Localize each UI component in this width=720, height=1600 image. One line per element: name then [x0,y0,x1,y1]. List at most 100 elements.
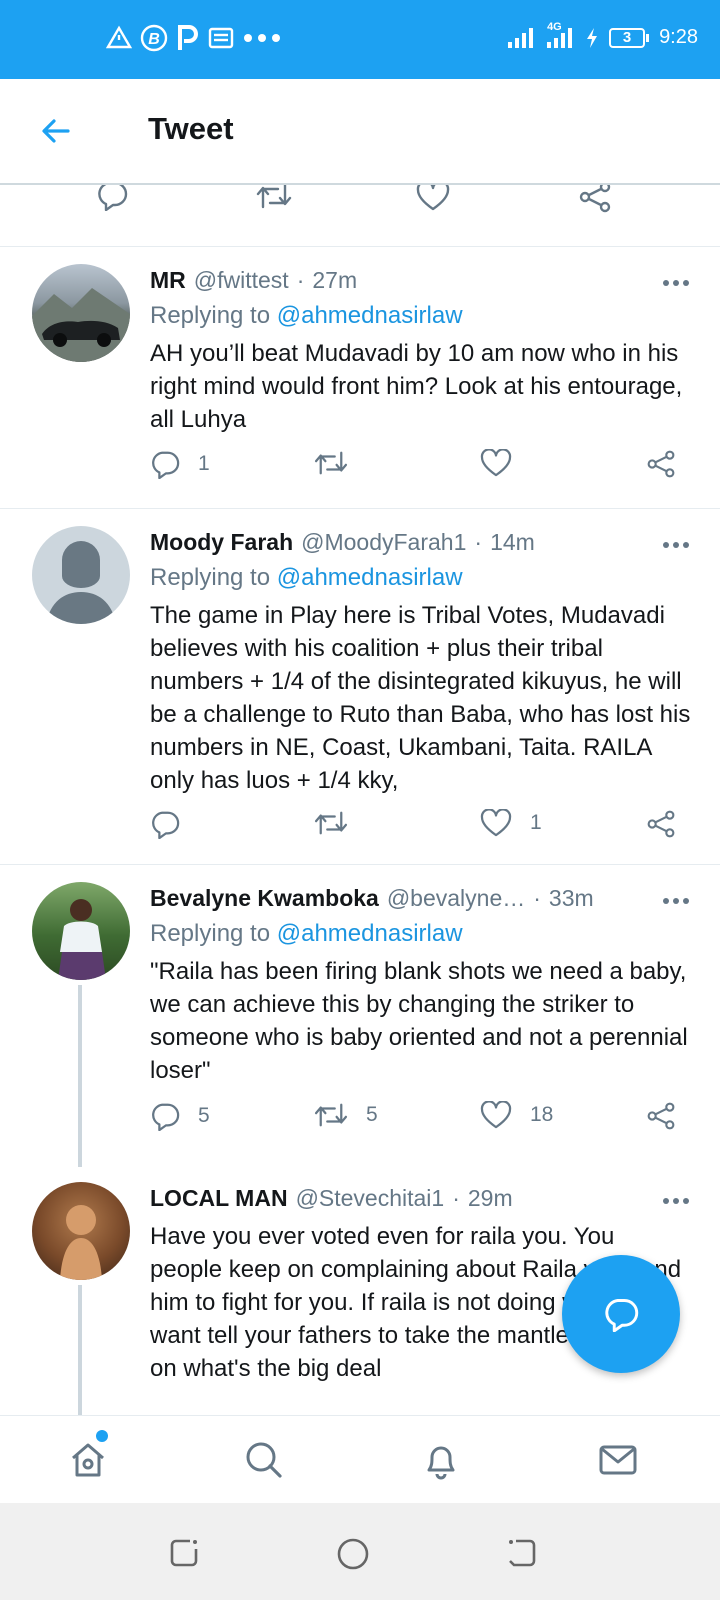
nav-search[interactable] [244,1440,284,1485]
share-action[interactable] [646,809,676,839]
status-bar: B 4G 3 9:28 [0,0,720,79]
tweet-item[interactable]: MR @fwittest · 27m Replying to @ahmednas… [0,247,720,509]
retweet-icon[interactable] [256,185,292,211]
like-icon[interactable] [416,185,450,211]
retweet-action[interactable] [314,809,366,837]
author-name[interactable]: Moody Farah [150,529,293,556]
search-icon [246,1442,282,1478]
separator-dot: · [296,267,305,293]
svg-text:B: B [148,31,160,48]
tweet-header: Bevalyne Kwamboka @bevalyne… · 33m [150,885,680,912]
retweet-icon [314,451,348,475]
like-action[interactable] [480,449,530,477]
tweet-time: 29m [467,1185,513,1211]
news-icon [208,27,234,49]
author-handle[interactable]: @Stevechitai1 [296,1185,445,1212]
author-handle[interactable]: @bevalyne… [387,885,525,912]
like-count: 1 [530,811,542,834]
battery-indicator: 3 [609,27,650,48]
replying-to: Replying to @ahmednasirlaw [150,564,463,592]
network-indicator: 4G [545,21,575,49]
author-name[interactable]: Bevalyne Kwamboka [150,885,379,912]
replying-to: Replying to @ahmednasirlaw [150,302,463,330]
replying-mention[interactable]: @ahmednasirlaw [277,920,463,947]
separator-dot: · [474,529,483,555]
reply-count: 1 [198,452,210,475]
like-icon [480,449,512,477]
retweet-action[interactable]: 5 [314,1101,378,1129]
status-time: 9:28 [659,26,698,48]
status-left-icons: B [106,24,282,52]
replying-mention[interactable]: @ahmednasirlaw [277,564,463,591]
more-options-icon[interactable] [662,1196,690,1206]
separator-dot: · [533,885,541,911]
reply-icon[interactable] [96,185,128,211]
tweet-actions: 5 5 18 [150,1101,690,1135]
nav-home[interactable] [68,1430,108,1485]
avatar-default[interactable] [32,526,130,624]
main-tweet-actions [0,185,720,247]
author-name[interactable]: MR [150,267,186,294]
reply-icon [152,811,180,839]
thread-connector [78,985,82,1167]
tweet-item[interactable]: Bevalyne Kwamboka @bevalyne… · 33m Reply… [0,865,720,1167]
reply-icon [152,1103,180,1131]
nav-notifications[interactable] [421,1440,461,1485]
bottom-navigation [0,1415,720,1503]
tweet-text: "Raila has been firing blank shots we ne… [150,958,688,1084]
notifications-icon [427,1446,455,1480]
reply-action[interactable]: 5 [150,1101,210,1131]
share-action[interactable] [646,1101,676,1131]
p-icon [178,25,198,50]
share-action[interactable] [646,449,676,479]
top-bar: Tweet [0,79,720,185]
avatar[interactable] [32,264,130,362]
page-title: Tweet [148,111,234,146]
signal-4g-icon [547,27,573,48]
tweet-actions: 1 [150,449,690,483]
author-handle[interactable]: @fwittest [194,267,289,294]
reply-icon [152,451,180,479]
reply-action[interactable] [150,809,198,839]
avatar[interactable] [32,1182,130,1280]
replying-to: Replying to @ahmednasirlaw [150,920,463,948]
tweet-actions: 1 [150,809,690,843]
recents-icon[interactable] [168,1537,200,1569]
avatar[interactable] [32,882,130,980]
retweet-icon [314,811,348,835]
compose-reply-icon [605,1299,639,1332]
replying-mention[interactable]: @ahmednasirlaw [277,302,463,329]
back-button-icon[interactable] [506,1537,538,1569]
more-options-icon[interactable] [662,540,690,550]
alert-triangle-icon [106,25,132,49]
more-options-icon[interactable] [662,896,690,906]
back-arrow-icon[interactable] [38,113,74,149]
b-circle-icon: B [140,24,168,52]
author-name[interactable]: LOCAL MAN [150,1185,288,1212]
status-right: 4G 3 9:28 [507,21,698,49]
more-dots-icon [244,34,280,42]
separator-dot: · [452,1185,460,1211]
home-icon [72,1443,104,1477]
reply-count: 5 [198,1104,210,1127]
retweet-action[interactable] [314,449,366,477]
like-action[interactable]: 18 [480,1101,553,1129]
tweet-item[interactable]: Moody Farah @MoodyFarah1 · 14m Replying … [0,509,720,865]
nav-messages[interactable] [598,1440,638,1485]
like-action[interactable]: 1 [480,809,542,837]
tweet-header: Moody Farah @MoodyFarah1 · 14m [150,529,680,556]
like-icon [480,1101,512,1129]
tweet-feed[interactable]: MR @fwittest · 27m Replying to @ahmednas… [0,185,720,1415]
author-handle[interactable]: @MoodyFarah1 [301,529,466,556]
messages-icon [599,1445,637,1475]
like-icon [480,809,512,837]
home-button-icon[interactable] [336,1537,370,1571]
retweet-icon [314,1103,348,1127]
reply-action[interactable]: 1 [150,449,210,479]
share-icon[interactable] [578,185,612,213]
replying-prefix: Replying to [150,564,277,591]
signal-icon [508,27,534,48]
more-options-icon[interactable] [662,278,690,288]
compose-reply-button[interactable] [562,1255,680,1373]
share-icon [647,810,675,838]
